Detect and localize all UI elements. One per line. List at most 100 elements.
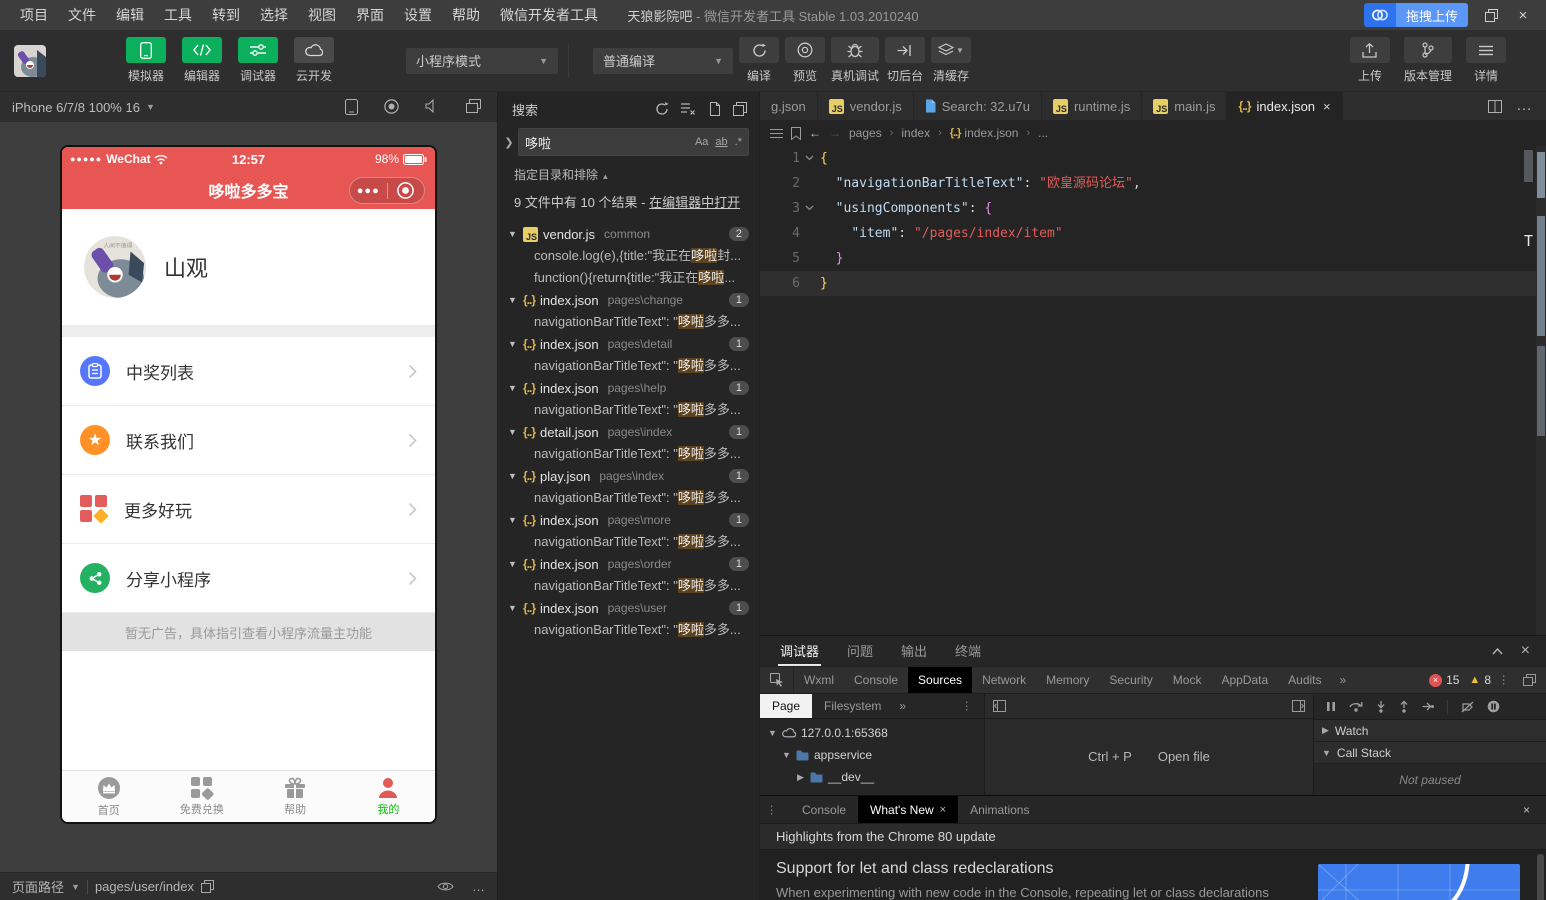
- expand-twisty-icon[interactable]: ▼: [508, 229, 518, 239]
- editor-edge-scrollbar[interactable]: [1536, 146, 1546, 635]
- code-line-2[interactable]: 2 "navigationBarTitleText": "欧皇源码论坛",: [760, 171, 1546, 196]
- search-result-file[interactable]: ▼{..} index.json pages\detail 1: [498, 333, 759, 355]
- editor-tab-vendor.js[interactable]: JSvendor.js: [818, 92, 914, 120]
- search-match-line[interactable]: navigationBarTitleText": "哆啦多多...: [498, 619, 759, 641]
- code-editor[interactable]: 1 { 2 "navigationBarTitleText": "欧皇源码论坛"…: [760, 146, 1546, 635]
- search-result-file[interactable]: ▼JS vendor.js common 2: [498, 223, 759, 245]
- mode-select[interactable]: 小程序模式▼: [406, 48, 558, 74]
- breadcrumb-item[interactable]: {..} index.json: [950, 126, 1019, 140]
- search-filter-toggle[interactable]: 指定目录和排除 ▲: [498, 156, 759, 185]
- call-stack-section[interactable]: ▼Call Stack: [1314, 742, 1546, 764]
- undock-icon[interactable]: [1523, 674, 1536, 686]
- clear-search-results-icon[interactable]: [681, 102, 696, 116]
- overview-ruler[interactable]: T: [1522, 146, 1535, 635]
- search-match-line[interactable]: navigationBarTitleText": "哆啦多多...: [498, 399, 759, 421]
- expand-twisty-icon[interactable]: ▼: [508, 471, 518, 481]
- search-match-line[interactable]: navigationBarTitleText": "哆啦多多...: [498, 355, 759, 377]
- search-match-line[interactable]: function(){return{title:"我正在哆啦...: [498, 267, 759, 289]
- outline-icon[interactable]: [770, 128, 783, 139]
- code-line-6[interactable]: 6 }: [760, 271, 1546, 296]
- tree-twisty-icon[interactable]: ▶: [796, 772, 805, 783]
- menu-item-2[interactable]: 编辑: [108, 3, 152, 27]
- collapse-debugger-icon[interactable]: [1492, 648, 1503, 655]
- expand-twisty-icon[interactable]: ▼: [508, 515, 518, 525]
- toggle-replace-icon[interactable]: ❯: [502, 136, 516, 149]
- step-over-icon[interactable]: [1349, 701, 1363, 712]
- code-line-1[interactable]: 1 {: [760, 146, 1546, 171]
- menu-item-5[interactable]: 选择: [252, 3, 296, 27]
- debugger-tab-终端[interactable]: 终端: [953, 636, 983, 666]
- tree-twisty-icon[interactable]: ▼: [782, 750, 791, 760]
- devtools-overflow-icon[interactable]: »: [1332, 667, 1355, 693]
- deactivate-breakpoints-icon[interactable]: [1461, 701, 1474, 713]
- page-path-caret-icon[interactable]: ▼: [71, 882, 80, 892]
- compile-select[interactable]: 普通编译▼: [593, 48, 733, 74]
- show-navigator-icon[interactable]: [993, 700, 1006, 712]
- phone-tab-免费兑换[interactable]: 免费兑换: [155, 771, 248, 822]
- fold-icon[interactable]: [800, 196, 818, 221]
- action-上传[interactable]: 上传: [1350, 37, 1390, 84]
- sidebar-tab-Filesystem[interactable]: Filesystem: [812, 694, 893, 718]
- editor-tab-runtime.js[interactable]: JSruntime.js: [1042, 92, 1142, 120]
- tree-twisty-icon[interactable]: ▼: [768, 728, 777, 738]
- search-result-file[interactable]: ▼{..} index.json pages\order 1: [498, 553, 759, 575]
- devtools-tab-AppData[interactable]: AppData: [1211, 667, 1278, 693]
- action-预览[interactable]: 预览: [785, 37, 825, 84]
- menu-item-10[interactable]: 微信开发者工具: [492, 3, 606, 27]
- drawer-menu-icon[interactable]: …: [768, 804, 782, 816]
- devtools-tab-Memory[interactable]: Memory: [1036, 667, 1099, 693]
- search-match-line[interactable]: navigationBarTitleText": "哆啦多多...: [498, 443, 759, 465]
- code-line-5[interactable]: 5 }: [760, 246, 1546, 271]
- search-result-file[interactable]: ▼{..} index.json pages\user 1: [498, 597, 759, 619]
- visibility-icon[interactable]: [437, 881, 454, 892]
- drawer-tab-Console[interactable]: Console: [790, 796, 858, 823]
- sidebar-menu-icon[interactable]: …: [958, 692, 982, 720]
- sidebar-overflow-icon[interactable]: »: [893, 694, 912, 718]
- drag-upload-button[interactable]: 拖拽上传: [1364, 3, 1468, 27]
- breadcrumb-item[interactable]: ...: [1038, 126, 1048, 140]
- debugger-tab-问题[interactable]: 问题: [845, 636, 875, 666]
- devtools-tab-Wxml[interactable]: Wxml: [794, 667, 844, 693]
- profile-avatar[interactable]: 人间不值得: [84, 236, 146, 298]
- editor-tab-main.js[interactable]: JSmain.js: [1142, 92, 1227, 120]
- phone-tab-首页[interactable]: 首页: [62, 771, 155, 822]
- tree-node-appservice[interactable]: ▼ appservice: [760, 744, 984, 766]
- chrome-update-artwork[interactable]: [1318, 864, 1520, 900]
- phone-menu-中奖列表[interactable]: 中奖列表: [62, 337, 435, 406]
- match-case-toggle[interactable]: Aa: [695, 136, 708, 148]
- step-icon[interactable]: [1422, 701, 1434, 712]
- expand-twisty-icon[interactable]: ▼: [508, 295, 518, 305]
- devtools-tab-Network[interactable]: Network: [972, 667, 1036, 693]
- open-search-editor-icon[interactable]: [708, 102, 721, 116]
- action-详情[interactable]: 详情: [1466, 37, 1506, 84]
- record-icon[interactable]: [384, 99, 399, 115]
- action-切后台[interactable]: 切后台: [885, 37, 925, 84]
- tree-node-127.0.0.1:65368[interactable]: ▼ 127.0.0.1:65368: [760, 722, 984, 744]
- mode-button-云开发[interactable]: 云开发: [290, 37, 338, 84]
- search-result-file[interactable]: ▼{..} index.json pages\change 1: [498, 289, 759, 311]
- action-真机调试[interactable]: 真机调试: [831, 37, 879, 84]
- action-版本管理[interactable]: 版本管理: [1404, 37, 1452, 84]
- menu-item-3[interactable]: 工具: [156, 3, 200, 27]
- copy-path-icon[interactable]: [201, 880, 214, 893]
- editor-tab-index.json[interactable]: {..}index.json ×: [1227, 92, 1342, 120]
- exit-button[interactable]: [388, 182, 425, 199]
- pause-script-icon[interactable]: [1326, 701, 1336, 712]
- menu-item-1[interactable]: 文件: [60, 3, 104, 27]
- device-frame-icon[interactable]: [345, 99, 358, 115]
- expand-twisty-icon[interactable]: ▼: [508, 603, 518, 613]
- expand-twisty-icon[interactable]: ▼: [508, 559, 518, 569]
- drawer-tab-Animations[interactable]: Animations: [958, 796, 1041, 823]
- nav-forward-icon[interactable]: →: [829, 126, 841, 140]
- devtools-tab-Mock[interactable]: Mock: [1163, 667, 1212, 693]
- mode-button-编辑器[interactable]: 编辑器: [178, 37, 226, 84]
- phone-menu-联系我们[interactable]: ★ 联系我们: [62, 406, 435, 475]
- close-window-button[interactable]: ×: [1514, 6, 1532, 24]
- debugger-tab-输出[interactable]: 输出: [899, 636, 929, 666]
- drawer-tab-What's New[interactable]: What's New×: [858, 796, 958, 823]
- breadcrumb-item[interactable]: index: [901, 126, 930, 140]
- whole-word-toggle[interactable]: ab: [715, 136, 727, 148]
- search-result-file[interactable]: ▼{..} index.json pages\more 1: [498, 509, 759, 531]
- page-path-label[interactable]: 页面路径: [12, 877, 64, 896]
- device-selector[interactable]: iPhone 6/7/8 100% 16▼: [12, 100, 155, 115]
